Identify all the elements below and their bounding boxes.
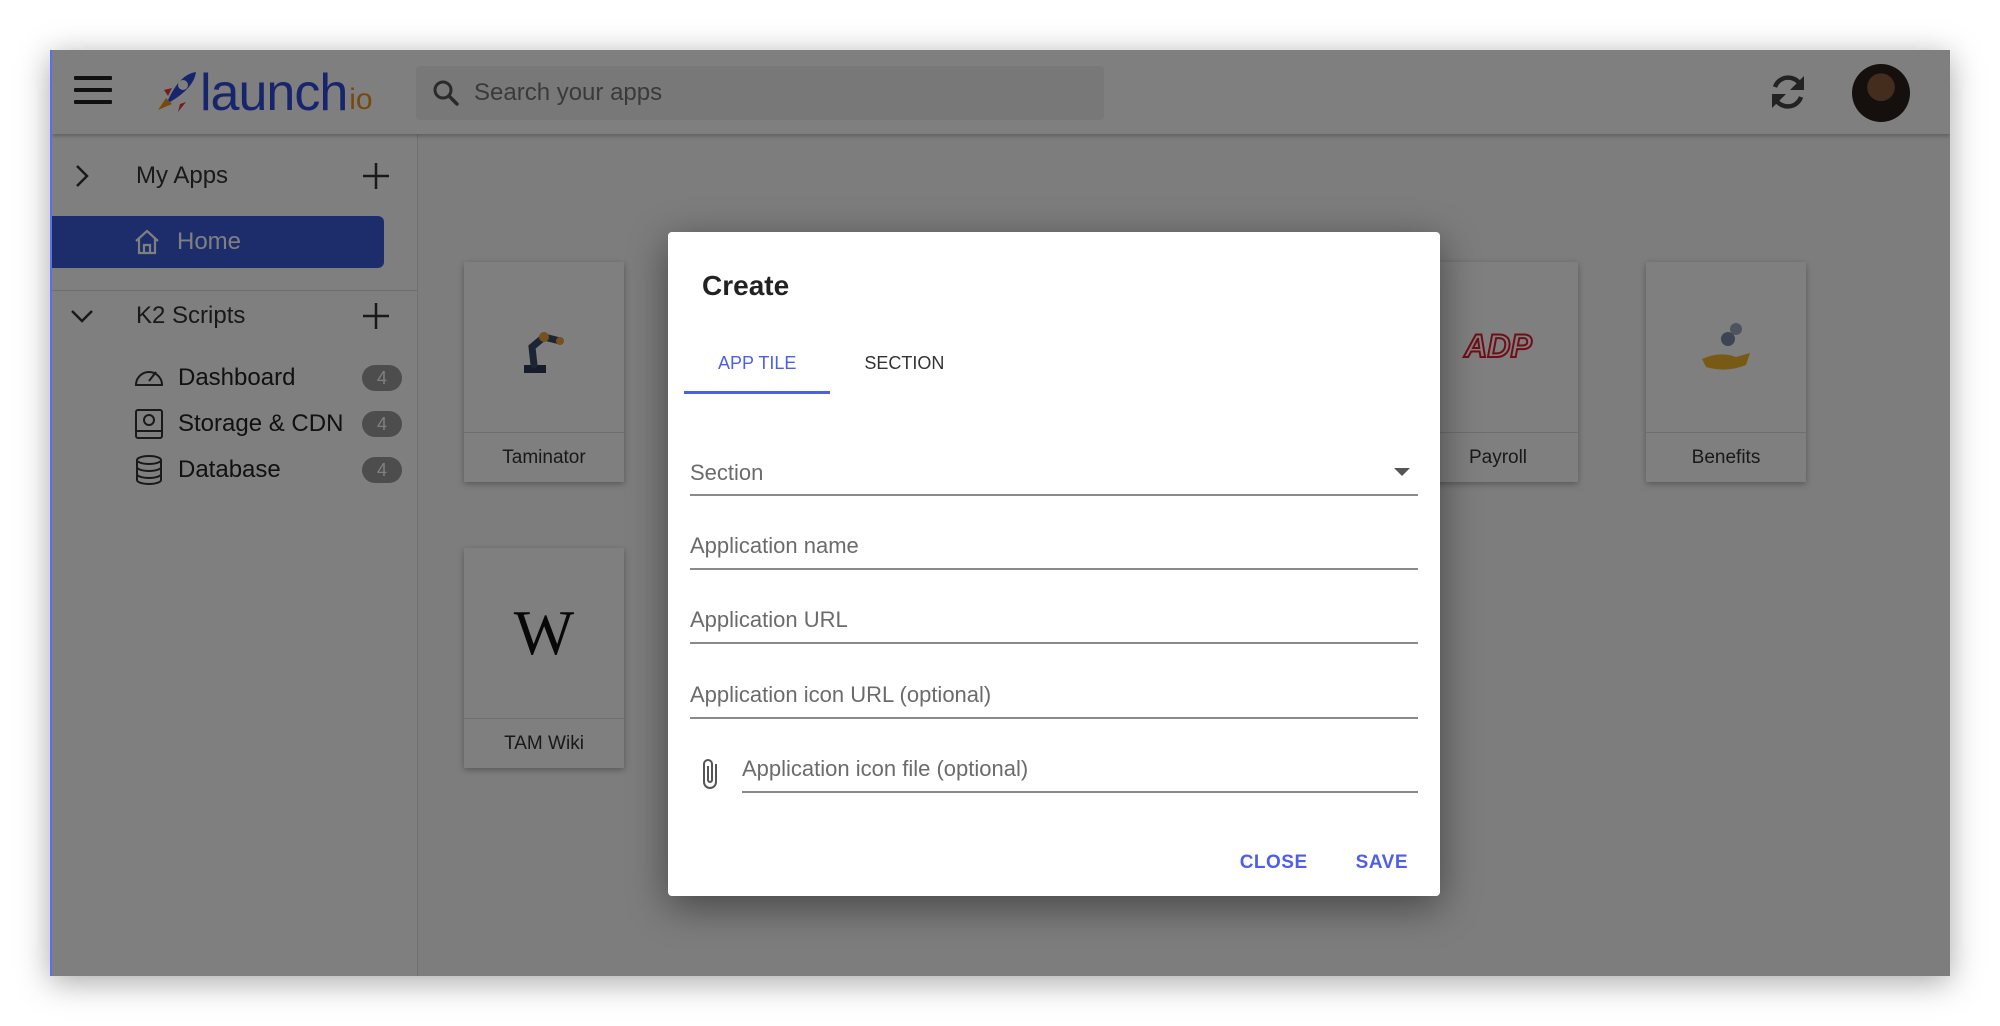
application-icon-file-input[interactable] <box>742 747 1418 791</box>
application-name-field[interactable] <box>690 524 1418 570</box>
dialog-title: Create <box>702 270 790 301</box>
create-dialog: Create APP TILE SECTION Section CLOSE SA… <box>668 232 1440 896</box>
dialog-actions: CLOSE SAVE <box>1240 852 1408 874</box>
application-icon-url-input[interactable] <box>690 673 1418 717</box>
save-button[interactable]: SAVE <box>1356 852 1408 874</box>
paperclip-icon[interactable] <box>696 756 726 792</box>
tab-section[interactable]: SECTION <box>830 332 978 394</box>
section-select-label: Section <box>690 460 764 485</box>
tab-app-tile[interactable]: APP TILE <box>684 332 831 394</box>
application-icon-file-field[interactable] <box>742 747 1418 793</box>
dropdown-arrow-icon[interactable] <box>1394 468 1410 476</box>
dialog-tabs: APP TILE SECTION <box>684 332 978 394</box>
application-name-input[interactable] <box>690 524 1418 568</box>
application-icon-url-field[interactable] <box>690 673 1418 719</box>
close-button[interactable]: CLOSE <box>1240 852 1308 874</box>
app-window: launch io My Apps Home <box>50 50 1950 976</box>
application-url-input[interactable] <box>690 598 1418 642</box>
section-select[interactable]: Section <box>690 450 1418 496</box>
application-url-field[interactable] <box>690 598 1418 644</box>
